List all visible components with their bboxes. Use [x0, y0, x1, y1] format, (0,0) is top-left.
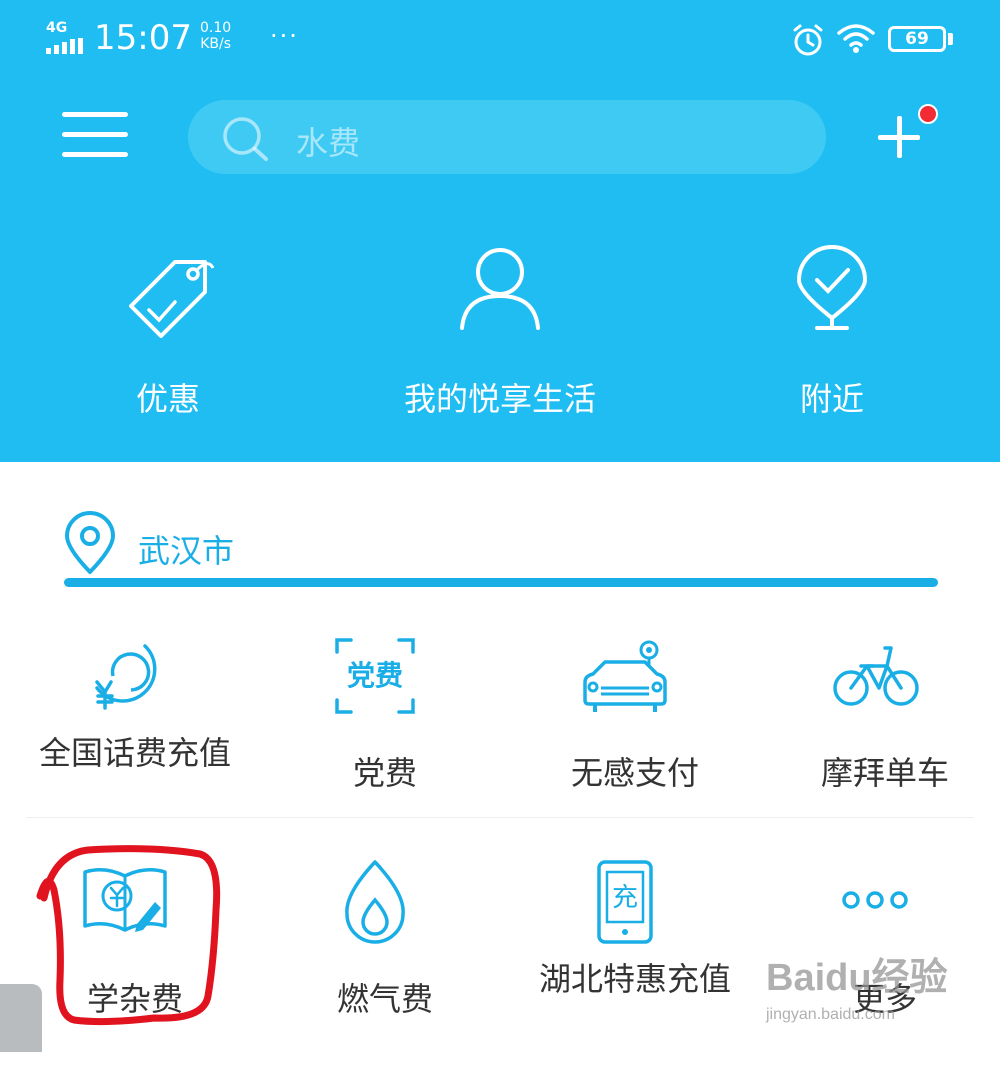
- header: 4G 15:07 0.10 KB/s ··· 69 水费 优惠 我的悦享生活 附…: [0, 0, 1000, 462]
- search-icon: [223, 117, 268, 161]
- quick-action-offers[interactable]: 优惠: [18, 240, 318, 430]
- gas-flame-icon: [345, 860, 405, 944]
- service-label: 湖北特惠充值: [538, 960, 731, 998]
- service-hubei-recharge[interactable]: 充 湖北特惠充值: [500, 858, 750, 1068]
- quick-action-label: 我的悦享生活: [403, 380, 596, 418]
- status-bar: 4G 15:07 0.10 KB/s ··· 69: [0, 0, 1000, 80]
- status-time: 15:07: [94, 18, 192, 58]
- quick-action-label: 附近: [799, 380, 864, 418]
- service-label: 学杂费: [86, 980, 183, 1018]
- network-speed-unit: KB/s: [200, 36, 231, 52]
- service-label: 全国话费充值: [38, 734, 231, 772]
- alarm-icon: [793, 24, 823, 56]
- status-more: ···: [270, 22, 299, 50]
- location-check-icon: [797, 245, 867, 330]
- service-party-fee[interactable]: 党费 党费: [250, 632, 500, 842]
- search-bar[interactable]: 水费: [188, 100, 826, 174]
- battery-icon: 69: [888, 26, 946, 52]
- phone-recharge-icon: [95, 644, 157, 710]
- tuition-book-icon: [83, 868, 167, 932]
- location-pin-icon: [65, 511, 115, 574]
- row-divider: [26, 817, 974, 818]
- network-speed: 0.10 KB/s: [200, 20, 231, 52]
- party-fee-icon-text: 党费: [347, 659, 403, 692]
- service-gas-fee[interactable]: 燃气费: [250, 858, 500, 1068]
- network-speed-value: 0.10: [200, 20, 232, 36]
- bike-icon: [833, 646, 919, 706]
- service-no-sense-pay[interactable]: 无感支付: [500, 632, 750, 842]
- service-label: 更多: [852, 980, 917, 1018]
- quick-action-my-life[interactable]: 我的悦享生活: [350, 240, 650, 430]
- more-dots-icon: [842, 891, 908, 909]
- service-mobike[interactable]: 摩拜单车: [750, 632, 1000, 842]
- recharge-card-icon-text: 充: [612, 883, 638, 913]
- add-button[interactable]: [874, 112, 924, 162]
- car-pay-icon: [583, 640, 667, 712]
- floating-handle[interactable]: [0, 984, 42, 1052]
- quick-action-label: 优惠: [135, 380, 200, 418]
- city-underline: [64, 578, 938, 587]
- service-label: 摩拜单车: [820, 754, 949, 792]
- city-selector[interactable]: 武汉市: [62, 510, 462, 580]
- service-phone-recharge[interactable]: 全国话费充值: [0, 632, 250, 842]
- network-type: 4G: [46, 20, 68, 36]
- search-placeholder: 水费: [296, 124, 361, 162]
- signal-icon: 4G: [46, 20, 86, 54]
- service-label: 党费: [352, 754, 417, 792]
- service-more[interactable]: 更多: [750, 858, 1000, 1068]
- recharge-card-icon: 充: [597, 860, 653, 944]
- battery-tip: [948, 33, 953, 45]
- menu-button[interactable]: [62, 112, 128, 158]
- city-name: 武汉市: [138, 532, 235, 570]
- notification-dot: [918, 104, 938, 124]
- wifi-icon: [837, 24, 875, 53]
- service-label: 无感支付: [570, 754, 699, 792]
- quick-action-nearby[interactable]: 附近: [682, 240, 982, 430]
- service-label: 燃气费: [336, 980, 433, 1018]
- tag-icon: [129, 260, 215, 338]
- party-fee-icon: 党费: [335, 638, 415, 714]
- user-icon: [460, 248, 540, 330]
